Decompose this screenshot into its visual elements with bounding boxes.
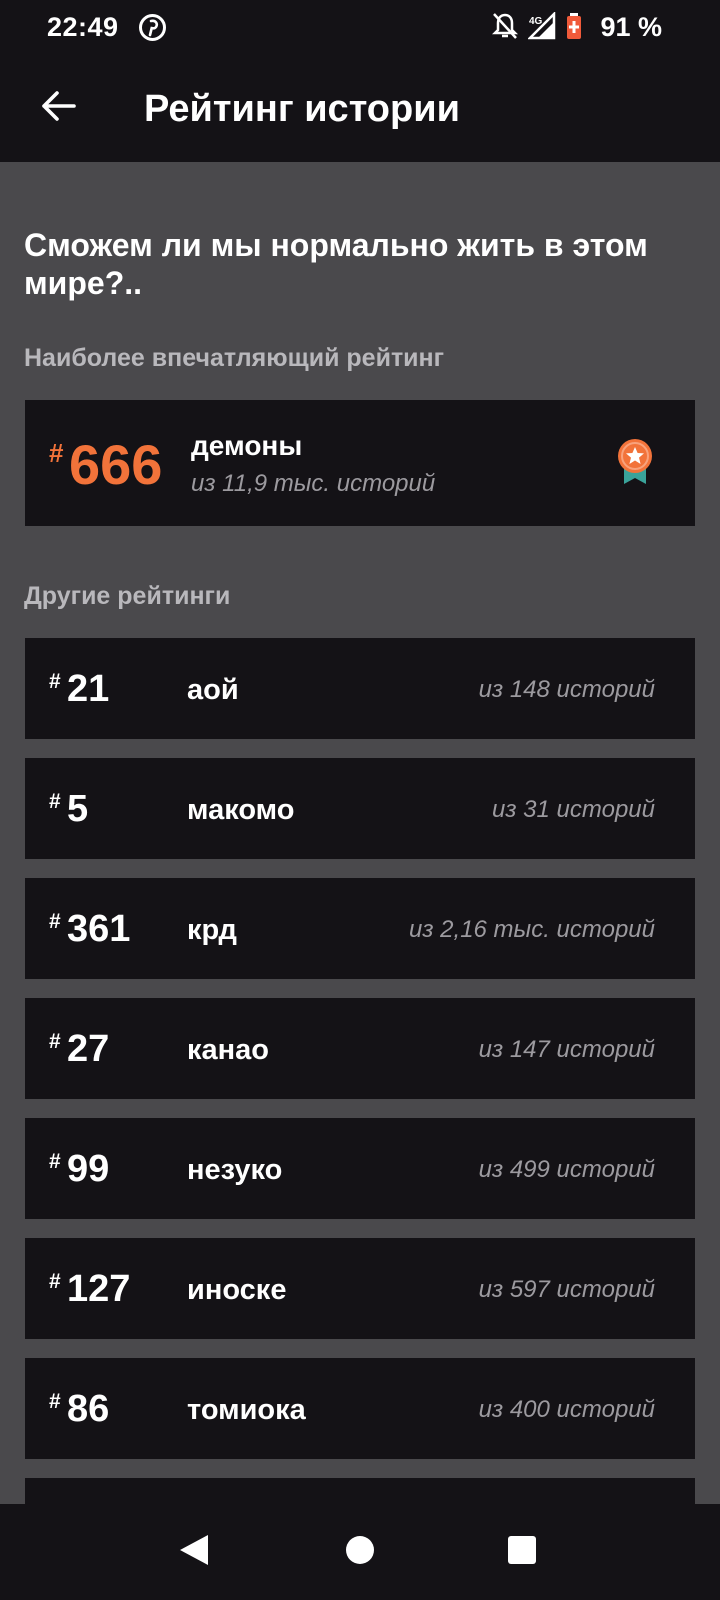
- rank-hash: #: [49, 1270, 61, 1293]
- rank-out-of: из 597 историй: [478, 1276, 655, 1303]
- medal-icon: [615, 438, 655, 486]
- home-circle-icon: [345, 1535, 375, 1570]
- rating-row-nezuko[interactable]: # 99 незуко из 499 историй: [25, 1118, 695, 1219]
- best-rank-tag: демоны: [191, 430, 303, 461]
- nav-home-button[interactable]: [336, 1528, 384, 1576]
- rating-row-kanao[interactable]: # 27 канао из 147 историй: [25, 998, 695, 1099]
- rating-row-tomioka[interactable]: # 86 томиока из 400 историй: [25, 1358, 695, 1459]
- app-bar: Рейтинг истории: [0, 58, 720, 162]
- rank-out-of: из 148 историй: [478, 676, 655, 703]
- rating-row-makomo[interactable]: # 5 макомо из 31 историй: [25, 758, 695, 859]
- best-rank-number: 666: [69, 433, 163, 496]
- battery-percent: 91 %: [600, 12, 662, 42]
- rank-number: 99: [67, 1148, 110, 1190]
- best-rating-label: Наиболее впечатляющий рейтинг: [24, 344, 445, 372]
- rank-number: 21: [67, 668, 110, 710]
- rating-row-partial[interactable]: [25, 1478, 695, 1504]
- rank-tag: томиока: [187, 1394, 306, 1426]
- other-ratings-label: Другие рейтинги: [24, 582, 231, 610]
- rank-hash: #: [49, 1150, 61, 1173]
- rank-tag: иноске: [187, 1274, 287, 1306]
- rank-out-of: из 2,16 тыс. историй: [409, 916, 655, 943]
- rank-number: 361: [67, 908, 131, 950]
- rank-tag: макомо: [187, 794, 295, 826]
- rating-row-aoi[interactable]: # 21 аой из 148 историй: [25, 638, 695, 739]
- system-nav-bar: [0, 1504, 720, 1600]
- rating-row-krd[interactable]: # 361 крд из 2,16 тыс. историй: [25, 878, 695, 979]
- rank-tag: аой: [187, 674, 239, 706]
- rank-hash: #: [49, 1390, 61, 1413]
- best-rank-hash: #: [49, 438, 64, 468]
- rank-number: 86: [67, 1388, 110, 1430]
- rank-tag: незуко: [187, 1154, 283, 1186]
- back-button[interactable]: [30, 80, 86, 136]
- notifications-off-icon: [491, 12, 519, 45]
- best-rating-card[interactable]: # 666 демоны из 11,9 тыс. историй: [25, 400, 695, 526]
- arrow-left-icon: [40, 90, 76, 127]
- rank-tag: крд: [187, 914, 237, 946]
- rank-hash: #: [49, 790, 61, 813]
- nav-back-button[interactable]: [170, 1528, 218, 1576]
- rank-out-of: из 31 историй: [492, 796, 655, 823]
- rank-hash: #: [49, 910, 61, 933]
- status-icons: 4G: [491, 10, 582, 45]
- best-rank-out-of: из 11,9 тыс. историй: [191, 470, 436, 497]
- rank-hash: #: [49, 670, 61, 693]
- page-title: Рейтинг истории: [144, 88, 460, 130]
- battery-icon: [566, 12, 582, 45]
- rank-out-of: из 499 историй: [478, 1156, 655, 1183]
- back-triangle-icon: [178, 1533, 210, 1572]
- status-bar: 22:49 4G 91 %: [0, 0, 720, 58]
- rating-row-inosuke[interactable]: # 127 иноске из 597 историй: [25, 1238, 695, 1339]
- pinterest-icon: [139, 14, 166, 41]
- rank-out-of: из 400 историй: [478, 1396, 655, 1423]
- rank-hash: #: [49, 1030, 61, 1053]
- rank-number: 27: [67, 1028, 110, 1070]
- recents-square-icon: [507, 1535, 537, 1570]
- rank-number: 5: [67, 788, 89, 830]
- story-title: Сможем ли мы нормально жить в этом мире?…: [24, 227, 648, 301]
- rank-number: 127: [67, 1268, 131, 1310]
- network-type: 4G: [529, 16, 543, 27]
- rank-out-of: из 147 историй: [478, 1036, 655, 1063]
- status-time: 22:49: [47, 12, 119, 42]
- rank-tag: канао: [187, 1034, 270, 1066]
- signal-icon: 4G: [526, 10, 556, 45]
- nav-recents-button[interactable]: [498, 1528, 546, 1576]
